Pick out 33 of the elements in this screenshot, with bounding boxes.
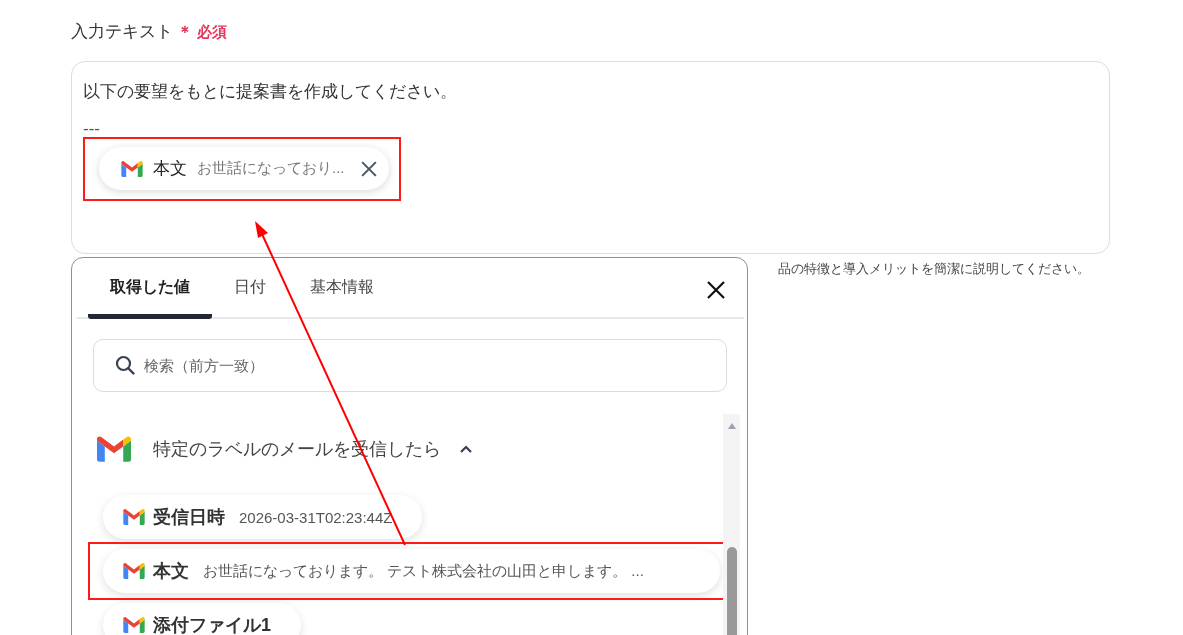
mail-icon bbox=[123, 509, 145, 525]
close-icon[interactable] bbox=[360, 160, 377, 177]
search-icon bbox=[115, 355, 135, 375]
text-input-field[interactable]: 以下の要望をもとに提案書を作成してください。 --- 本文 お世話になっており... bbox=[71, 61, 1110, 254]
caret-icon[interactable] bbox=[459, 444, 473, 454]
text-line: --- bbox=[83, 119, 101, 139]
tab[interactable]: 基本情報 bbox=[288, 260, 396, 319]
mail-icon bbox=[123, 563, 145, 579]
required-mark: ＊ bbox=[177, 22, 193, 42]
search-field[interactable]: 検索（前方一致） bbox=[93, 339, 727, 392]
mail-icon bbox=[121, 160, 143, 177]
scrollbar[interactable] bbox=[723, 414, 740, 635]
chip-value: お世話になっており... bbox=[197, 159, 345, 178]
mail-icon bbox=[123, 617, 145, 633]
variable-chip[interactable]: 本文 お世話になっており... bbox=[99, 147, 389, 190]
hint-text: 品の特徴と導入メリットを簡潔に説明してください。 bbox=[777, 260, 1091, 278]
item-value: お世話になっております。 テスト株式会社の山田と申します。 ... bbox=[203, 561, 644, 581]
tab[interactable]: 日付 bbox=[212, 260, 288, 319]
item-label: 添付ファイル1 bbox=[153, 614, 271, 635]
field-label: 入力テキスト bbox=[71, 21, 173, 43]
value-item[interactable]: 添付ファイル1 bbox=[103, 603, 301, 635]
chip-label: 本文 bbox=[153, 158, 187, 180]
item-label: 本文 bbox=[153, 560, 189, 583]
close-icon[interactable] bbox=[706, 280, 726, 300]
value-item[interactable]: 本文 お世話になっております。 テスト株式会社の山田と申します。 ... bbox=[103, 549, 720, 593]
mail-icon bbox=[97, 436, 131, 462]
text-line: 以下の要望をもとに提案書を作成してください。 bbox=[83, 81, 458, 103]
tab[interactable]: 取得した値 bbox=[88, 260, 212, 319]
value-item[interactable]: 受信日時 2026-03-31T02:23:44Z bbox=[103, 495, 423, 539]
scroll-thumb[interactable] bbox=[727, 547, 737, 635]
item-value: 2026-03-31T02:23:44Z bbox=[239, 508, 393, 526]
required-label: 必須 bbox=[197, 23, 227, 42]
item-label: 受信日時 bbox=[153, 506, 225, 529]
